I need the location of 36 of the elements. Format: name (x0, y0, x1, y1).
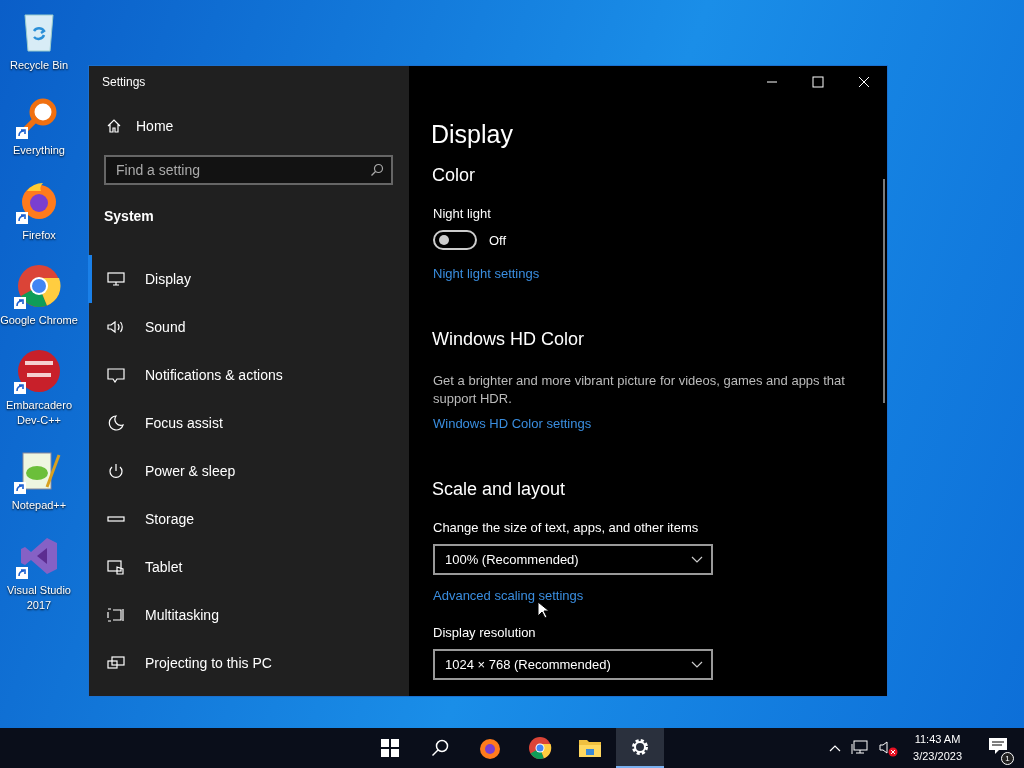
nav-item[interactable]: Storage (88, 495, 409, 543)
page-title: Display (431, 120, 513, 149)
section-heading: Windows HD Color (432, 329, 585, 350)
section-heading: System (104, 208, 155, 224)
clock-time[interactable]: 11:43 AM (914, 731, 961, 748)
nav-item[interactable]: Notifications & actions (88, 351, 409, 399)
home-link[interactable]: Home (106, 118, 409, 134)
search-field[interactable]: Find a setting (104, 155, 393, 185)
clock-date[interactable]: 3/23/2023 (913, 748, 962, 765)
desktop-icon-label[interactable]: Firefox (22, 228, 56, 243)
desktop-icon-label[interactable]: Google Chrome (0, 313, 78, 328)
desktop-icon-label[interactable]: Visual Studio 2017 (0, 583, 78, 613)
desktop-icon-label[interactable]: Recycle Bin (9, 58, 69, 73)
settings-link[interactable]: Night light settings (433, 266, 540, 281)
setting-label: Night light (433, 206, 491, 221)
desktop-icon-label[interactable]: Everything (13, 143, 65, 158)
nav-item[interactable]: Multitasking (88, 591, 409, 639)
section-heading: Color (432, 165, 475, 186)
settings-link[interactable]: Windows HD Color settings (433, 416, 592, 431)
notification-count: 1 (1001, 752, 1014, 765)
nav-item[interactable]: Tablet (88, 543, 409, 591)
desktop-icon-label[interactable]: Notepad++ (11, 498, 67, 513)
nav-item[interactable]: Power & sleep (88, 447, 409, 495)
resolution-dropdown[interactable]: 1024 × 768 (Recommended) (433, 649, 713, 680)
setting-label: Display resolution (433, 625, 536, 640)
nav-item[interactable]: Focus assist (88, 399, 409, 447)
settings-link[interactable]: Advanced scaling settings (433, 588, 584, 603)
description-text: Get a brighter and more vibrant picture for videos, games and apps that support HDR. (433, 372, 846, 408)
desktop-icon-label[interactable]: Embarcadero Dev-C++ (0, 398, 78, 428)
window-title: Settings (102, 75, 147, 89)
setting-label: Change the size of text, apps, and other items (433, 520, 699, 535)
nav-item[interactable]: Sound (88, 303, 409, 351)
scale-dropdown[interactable]: 100% (Recommended) (433, 544, 713, 575)
section-heading: Scale and layout (432, 479, 566, 500)
toggle-state: Off (489, 232, 507, 248)
nav-item[interactable]: Projecting to this PC (88, 639, 409, 687)
